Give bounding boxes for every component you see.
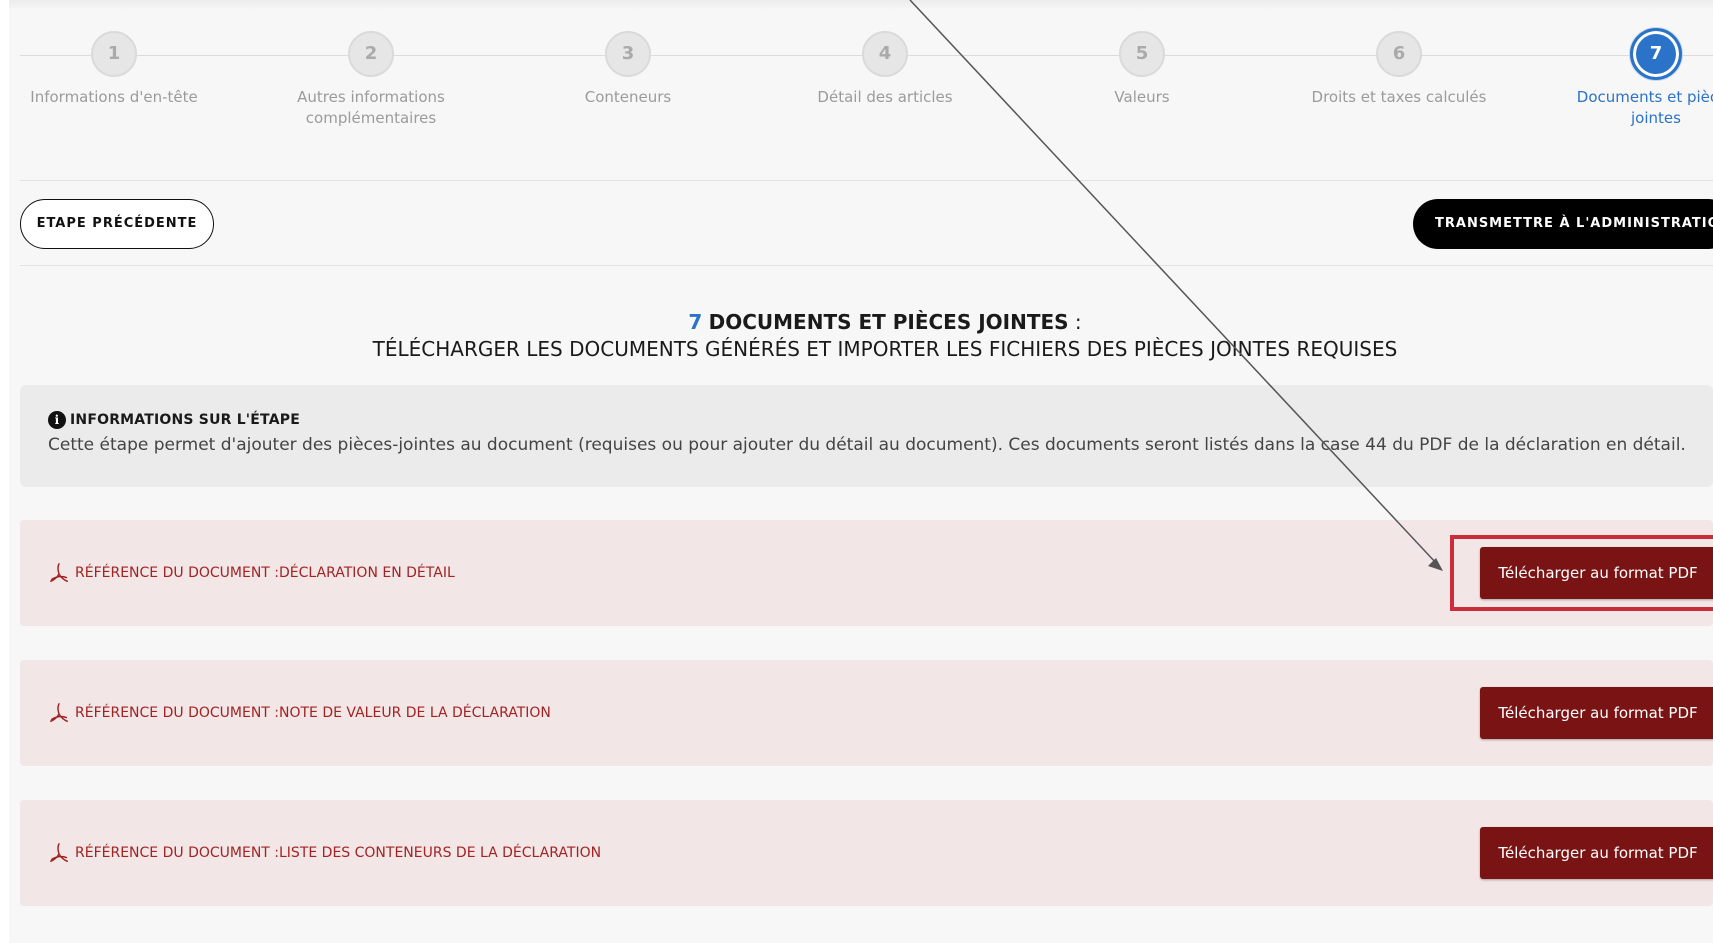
annotation-arrow [909, 0, 1443, 571]
